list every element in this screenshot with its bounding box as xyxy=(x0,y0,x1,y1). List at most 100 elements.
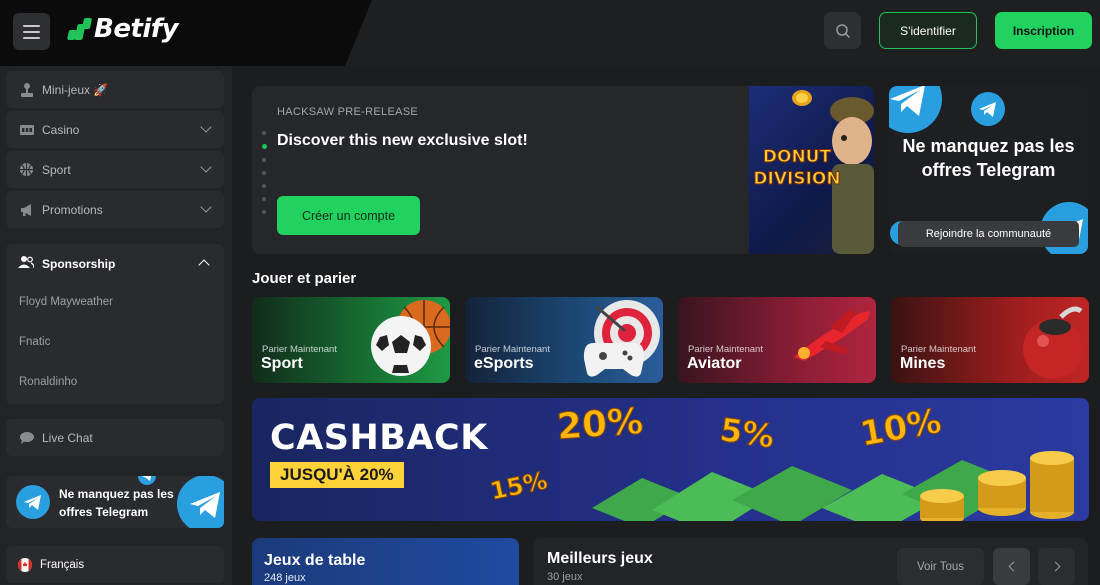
percent-badge: 15% xyxy=(487,466,550,506)
search-icon xyxy=(835,23,850,38)
telegram-icon xyxy=(889,86,942,133)
megaphone-icon xyxy=(18,201,35,218)
hero-title: Discover this new exclusive slot! xyxy=(277,132,528,149)
logo-text: Betify xyxy=(94,14,179,44)
hamburger-line xyxy=(23,36,40,39)
logo[interactable]: Betify xyxy=(66,14,179,44)
carousel-dot[interactable] xyxy=(262,184,266,188)
chevron-down-icon xyxy=(200,201,212,213)
chat-icon xyxy=(18,429,35,446)
see-all-button[interactable]: Voir Tous xyxy=(897,548,984,585)
airplane-icon xyxy=(794,309,870,361)
sidebar-item-casino[interactable]: Casino xyxy=(6,111,224,148)
chevron-up-icon[interactable] xyxy=(198,259,210,271)
hero-banner: HACKSAW PRE-RELEASE Discover this new ex… xyxy=(252,86,874,254)
ball-icon xyxy=(18,161,35,178)
telegram-icon xyxy=(177,476,224,528)
hero-game-art: DONUT DIVISION xyxy=(749,86,874,254)
game-card-subtitle: Parier Maintenant xyxy=(688,344,763,355)
table-games-count: 248 jeux xyxy=(264,572,306,584)
chevron-right-icon xyxy=(1050,561,1060,572)
chevron-down-icon xyxy=(200,161,212,173)
telegram-promo[interactable]: Ne manquez pas les offres Telegram xyxy=(6,476,224,528)
table-games-card[interactable]: Jeux de table 248 jeux xyxy=(252,538,519,585)
search-button[interactable] xyxy=(824,12,861,49)
sponsor-link[interactable]: Fnatic xyxy=(19,336,50,348)
users-icon xyxy=(18,255,35,272)
game-card-subtitle: Parier Maintenant xyxy=(901,344,976,355)
slot-machine-icon xyxy=(18,121,35,138)
chevron-left-icon xyxy=(1008,561,1018,572)
sidebar-item-label: Mini-jeux 🚀 xyxy=(42,82,109,97)
cashback-banner[interactable]: CASHBACK JUSQU'À 20% 20% 5% 10% 15% xyxy=(252,398,1089,521)
logo-mark-icon xyxy=(66,18,93,40)
donut-division-logo: DONUT DIVISION xyxy=(753,147,841,190)
create-account-button[interactable]: Créer un compte xyxy=(277,196,420,235)
sponsor-link[interactable]: Floyd Mayweather xyxy=(19,296,113,308)
best-games-count: 30 jeux xyxy=(547,571,583,583)
table-games-title: Jeux de table xyxy=(264,552,366,569)
game-card-title: Sport xyxy=(261,355,303,372)
menu-button[interactable] xyxy=(13,13,50,50)
next-button[interactable] xyxy=(1038,548,1075,585)
sidebar-item-label: Sport xyxy=(42,162,71,177)
carousel-dot[interactable] xyxy=(262,197,266,201)
game-card-title: Mines xyxy=(900,355,946,372)
sidebar-item-label: Casino xyxy=(42,122,80,137)
bomb-icon xyxy=(1023,306,1083,379)
telegram-promo-text: Ne manquez pas les offres Telegram xyxy=(59,487,174,519)
sponsorship-label: Sponsorship xyxy=(42,256,116,271)
joystick-icon xyxy=(18,81,35,98)
previous-button[interactable] xyxy=(993,548,1030,585)
canada-flag-icon xyxy=(18,557,32,572)
sidebar-item-promotions[interactable]: Promotions xyxy=(6,191,224,228)
game-card-title: Aviator xyxy=(687,355,742,372)
sidebar-item-mini-games[interactable]: Mini-jeux 🚀 xyxy=(6,71,224,108)
carousel-dots xyxy=(262,131,267,214)
signup-button[interactable]: Inscription xyxy=(995,12,1092,49)
game-card-subtitle: Parier Maintenant xyxy=(262,344,337,355)
sidebar: Mini-jeux 🚀 Casino Sport Promotions Spon… xyxy=(0,66,232,585)
hamburger-line xyxy=(23,24,40,27)
carousel-dot-active[interactable] xyxy=(262,144,267,149)
game-card-sport[interactable]: Parier Maintenant Sport xyxy=(252,297,450,383)
gamepad-icon xyxy=(583,343,645,377)
join-community-button[interactable]: Rejoindre la communauté xyxy=(898,221,1079,247)
sidebar-item-label: Promotions xyxy=(42,202,103,217)
telegram-card-title: Ne manquez pas les offres Telegram xyxy=(902,136,1075,180)
language-selector[interactable]: Français xyxy=(6,546,224,583)
header-brand-area xyxy=(0,0,372,66)
game-card-title: eSports xyxy=(474,355,534,372)
best-games-title: Meilleurs jeux xyxy=(547,550,653,567)
sidebar-item-live-chat[interactable]: Live Chat xyxy=(6,419,224,456)
sidebar-item-sport[interactable]: Sport xyxy=(6,151,224,188)
coin-icon xyxy=(792,90,812,106)
game-card-esports[interactable]: Parier Maintenant eSports xyxy=(465,297,663,383)
sponsorship-header[interactable]: Sponsorship xyxy=(18,255,115,272)
sponsor-link[interactable]: Ronaldinho xyxy=(19,376,77,388)
login-button[interactable]: S'identifier xyxy=(879,12,977,49)
game-card-mines[interactable]: Parier Maintenant Mines xyxy=(891,297,1089,383)
cash-stack-image xyxy=(592,451,1074,521)
section-title: Jouer et parier xyxy=(252,270,357,287)
telegram-icon xyxy=(138,476,156,485)
cashback-tag: JUSQU'À 20% xyxy=(270,462,404,488)
carousel-dot[interactable] xyxy=(262,171,266,175)
telegram-icon xyxy=(971,92,1005,126)
carousel-dot[interactable] xyxy=(262,158,266,162)
telegram-icon xyxy=(16,485,50,519)
carousel-dot[interactable] xyxy=(262,131,266,135)
soccer-ball-icon xyxy=(371,316,431,376)
hero-kicker: HACKSAW PRE-RELEASE xyxy=(277,106,418,118)
best-games-header: Meilleurs jeux 30 jeux Voir Tous xyxy=(533,538,1088,585)
carousel-dot[interactable] xyxy=(262,210,266,214)
game-card-aviator[interactable]: Parier Maintenant Aviator xyxy=(678,297,876,383)
telegram-card[interactable]: Ne manquez pas les offres Telegram Rejoi… xyxy=(889,86,1088,254)
game-card-subtitle: Parier Maintenant xyxy=(475,344,550,355)
top-header: Betify S'identifier Inscription xyxy=(0,0,1100,66)
cashback-title: CASHBACK xyxy=(270,418,488,458)
hamburger-line xyxy=(23,30,40,33)
sponsorship-section: Sponsorship Floyd Mayweather Fnatic Rona… xyxy=(6,244,224,404)
language-label: Français xyxy=(40,558,85,571)
chevron-down-icon xyxy=(200,121,212,133)
